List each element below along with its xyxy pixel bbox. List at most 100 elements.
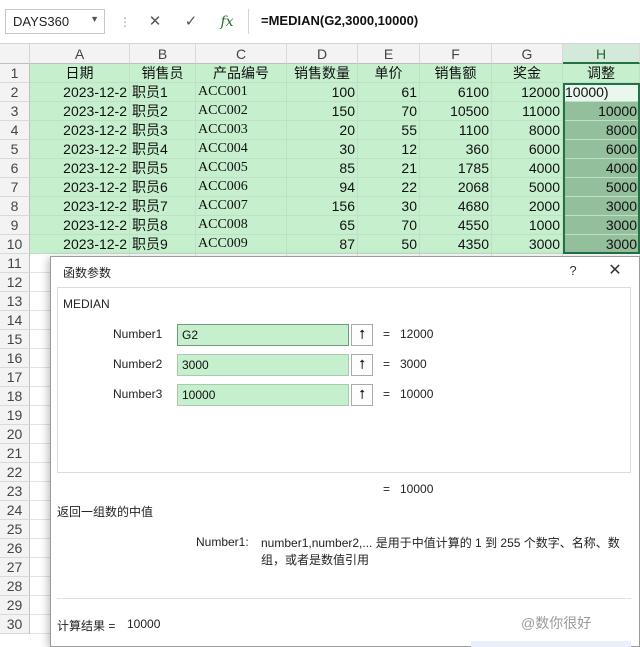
table-cell[interactable]: 3000: [563, 197, 640, 216]
table-cell[interactable]: 85: [287, 159, 358, 178]
collapse-dialog-icon[interactable]: ⭡: [351, 324, 373, 346]
table-cell[interactable]: 8000: [563, 121, 640, 140]
table-cell[interactable]: 职员8: [130, 216, 196, 235]
row-header-8[interactable]: 8: [0, 197, 30, 216]
row-header-28[interactable]: 28: [0, 577, 30, 596]
collapse-dialog-icon[interactable]: ⭡: [351, 354, 373, 376]
table-cell[interactable]: 职员1: [130, 83, 196, 102]
table-cell[interactable]: ACC009: [196, 235, 287, 254]
table-cell[interactable]: 30: [358, 197, 420, 216]
header-cell[interactable]: 销售额: [420, 64, 492, 83]
table-cell[interactable]: ACC008: [196, 216, 287, 235]
row-header-23[interactable]: 23: [0, 482, 30, 501]
table-cell[interactable]: 70: [358, 216, 420, 235]
table-cell[interactable]: 5000: [492, 178, 563, 197]
table-cell[interactable]: 10000: [563, 102, 640, 121]
table-cell[interactable]: 2023-12-2: [30, 235, 130, 254]
table-cell[interactable]: 4350: [420, 235, 492, 254]
row-header-5[interactable]: 5: [0, 140, 30, 159]
arg-input-number1[interactable]: G2: [177, 324, 349, 346]
table-cell[interactable]: 2068: [420, 178, 492, 197]
chevron-down-icon[interactable]: ▼: [90, 14, 99, 24]
table-cell[interactable]: 12000: [492, 83, 563, 102]
table-cell[interactable]: 2000: [492, 197, 563, 216]
table-cell[interactable]: 10000): [563, 83, 640, 102]
arg-input-number2[interactable]: 3000: [177, 354, 349, 376]
row-header-22[interactable]: 22: [0, 463, 30, 482]
table-cell[interactable]: 87: [287, 235, 358, 254]
table-cell[interactable]: 1000: [492, 216, 563, 235]
arg-input-number3[interactable]: 10000: [177, 384, 349, 406]
table-cell[interactable]: 2023-12-2: [30, 102, 130, 121]
row-header-17[interactable]: 17: [0, 368, 30, 387]
column-header-e[interactable]: E: [358, 44, 420, 64]
row-header-14[interactable]: 14: [0, 311, 30, 330]
header-cell[interactable]: 奖金: [492, 64, 563, 83]
table-cell[interactable]: 8000: [492, 121, 563, 140]
row-header-9[interactable]: 9: [0, 216, 30, 235]
row-header-4[interactable]: 4: [0, 121, 30, 140]
close-icon[interactable]: ✕: [603, 260, 627, 282]
table-cell[interactable]: 职员9: [130, 235, 196, 254]
row-header-18[interactable]: 18: [0, 387, 30, 406]
table-cell[interactable]: 20: [287, 121, 358, 140]
column-header-b[interactable]: B: [130, 44, 196, 64]
table-cell[interactable]: 6100: [420, 83, 492, 102]
table-cell[interactable]: 360: [420, 140, 492, 159]
table-cell[interactable]: 职员4: [130, 140, 196, 159]
enter-icon[interactable]: ✓: [178, 10, 204, 34]
table-cell[interactable]: ACC006: [196, 178, 287, 197]
table-cell[interactable]: ACC001: [196, 83, 287, 102]
column-header-g[interactable]: G: [492, 44, 563, 64]
row-header-7[interactable]: 7: [0, 178, 30, 197]
table-cell[interactable]: 2023-12-2: [30, 159, 130, 178]
table-cell[interactable]: 6000: [563, 140, 640, 159]
table-cell[interactable]: 3000: [563, 216, 640, 235]
row-header-25[interactable]: 25: [0, 520, 30, 539]
row-header-10[interactable]: 10: [0, 235, 30, 254]
table-cell[interactable]: ACC003: [196, 121, 287, 140]
table-cell[interactable]: 10500: [420, 102, 492, 121]
header-cell[interactable]: 日期: [30, 64, 130, 83]
table-cell[interactable]: 4000: [563, 159, 640, 178]
column-header-a[interactable]: A: [30, 44, 130, 64]
row-header-3[interactable]: 3: [0, 102, 30, 121]
table-cell[interactable]: 2023-12-2: [30, 83, 130, 102]
table-cell[interactable]: 94: [287, 178, 358, 197]
table-cell[interactable]: 1100: [420, 121, 492, 140]
column-header-h[interactable]: H: [563, 44, 640, 64]
cancel-icon[interactable]: ✕: [142, 10, 168, 34]
row-header-24[interactable]: 24: [0, 501, 30, 520]
table-cell[interactable]: 6000: [492, 140, 563, 159]
table-cell[interactable]: 61: [358, 83, 420, 102]
table-cell[interactable]: ACC005: [196, 159, 287, 178]
table-cell[interactable]: 1785: [420, 159, 492, 178]
table-cell[interactable]: 职员3: [130, 121, 196, 140]
row-header-30[interactable]: 30: [0, 615, 30, 634]
table-cell[interactable]: 4000: [492, 159, 563, 178]
ok-button[interactable]: [471, 641, 631, 647]
table-cell[interactable]: 4550: [420, 216, 492, 235]
table-cell[interactable]: 12: [358, 140, 420, 159]
header-cell[interactable]: 销售数量: [287, 64, 358, 83]
table-cell[interactable]: 2023-12-2: [30, 216, 130, 235]
table-cell[interactable]: 2023-12-2: [30, 197, 130, 216]
column-header-d[interactable]: D: [287, 44, 358, 64]
insert-function-icon[interactable]: fx: [214, 10, 240, 34]
table-cell[interactable]: 22: [358, 178, 420, 197]
select-all-corner[interactable]: [0, 44, 30, 64]
formula-input[interactable]: =MEDIAN(G2,3000,10000): [248, 9, 640, 34]
help-icon[interactable]: ?: [563, 261, 583, 281]
table-cell[interactable]: 11000: [492, 102, 563, 121]
table-cell[interactable]: 70: [358, 102, 420, 121]
table-cell[interactable]: ACC002: [196, 102, 287, 121]
row-header-15[interactable]: 15: [0, 330, 30, 349]
table-cell[interactable]: 职员5: [130, 159, 196, 178]
column-header-f[interactable]: F: [420, 44, 492, 64]
table-cell[interactable]: 21: [358, 159, 420, 178]
row-header-12[interactable]: 12: [0, 273, 30, 292]
row-header-13[interactable]: 13: [0, 292, 30, 311]
header-cell[interactable]: 销售员: [130, 64, 196, 83]
table-cell[interactable]: 2023-12-2: [30, 121, 130, 140]
row-header-27[interactable]: 27: [0, 558, 30, 577]
